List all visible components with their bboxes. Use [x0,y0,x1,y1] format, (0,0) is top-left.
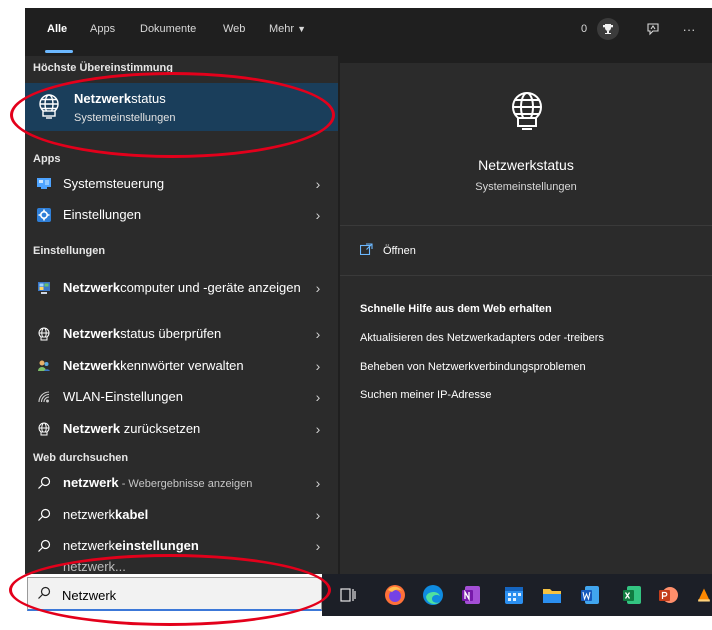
settings-item-label-rest: kennwörter verwalten [120,358,244,373]
app-item-label: Einstellungen [63,207,142,222]
settings-item-label-rest: zurücksetzen [120,421,201,436]
web-item-label-rest: - Webergebnisse anzeigen [118,478,253,490]
search-icon [35,476,53,490]
app-item-systemsteuerung[interactable]: Systemsteuerung › [25,168,338,199]
web-item-label-bold: kabel [115,507,149,522]
settings-gear-icon [35,207,53,222]
open-icon [359,242,373,260]
tab-more[interactable]: Mehr ▼ [269,23,306,35]
control-panel-icon [35,178,53,189]
divider [340,225,712,226]
section-settings: Einstellungen [33,245,106,257]
web-item-label-rest: netzwerk [63,538,116,553]
powerpoint-icon[interactable] [656,583,680,607]
web-item-netzwerk[interactable]: netzwerk - Webergebnisse anzeigen › [25,467,338,498]
tab-apps[interactable]: Apps [90,23,115,35]
help-link[interactable]: Beheben von Netzwerkverbindungsproblemen [360,361,586,373]
section-web-search: Web durchsuchen [33,452,129,464]
settings-item-label-bold: Netzwerk [63,280,121,295]
chevron-down-icon: ▼ [297,24,307,34]
chevron-right-icon[interactable]: › [311,507,325,523]
chevron-right-icon[interactable]: › [311,207,325,223]
settings-item-label: WLAN-Einstellungen [63,389,183,404]
rewards-count: 0 [581,23,588,35]
annotation-ellipse [9,554,331,626]
excel-icon[interactable] [620,583,644,607]
vlc-icon[interactable] [696,583,712,607]
tab-all[interactable]: Alle [47,23,67,35]
chevron-right-icon[interactable]: › [311,475,325,491]
settings-item-label-bold: Netzwerk [63,421,121,436]
quick-help-title: Schnelle Hilfe aus dem Web erhalten [360,303,552,315]
chevron-right-icon[interactable]: › [311,538,325,554]
divider [340,275,712,276]
settings-item-label-bold: Netzwerk [63,358,121,373]
detail-title: Netzwerkstatus [478,157,574,173]
taskbar [322,574,712,616]
chevron-right-icon[interactable]: › [311,280,325,296]
app-item-einstellungen[interactable]: Einstellungen › [25,199,338,230]
detail-pane: Netzwerkstatus Systemeinstellungen Öffne… [340,63,712,574]
more-options-icon[interactable]: ··· [678,18,700,40]
firefox-icon[interactable] [383,583,407,607]
search-icon [35,539,53,553]
onenote-icon[interactable] [459,583,483,607]
word-icon[interactable] [578,583,602,607]
web-item-netzwerkkabel[interactable]: netzwerkkabel › [25,499,338,530]
detail-subtitle: Systemeinstellungen [475,181,577,193]
settings-item-network-status[interactable]: Netzwerkstatus überprüfen › [25,318,338,349]
calendar-icon[interactable] [502,583,526,607]
feedback-icon[interactable] [642,18,664,40]
search-scope-bar: Alle Apps Dokumente Web Mehr ▼ 0 ··· [25,8,712,56]
tab-documents[interactable]: Dokumente [140,23,196,35]
tab-more-label: Mehr [269,23,295,35]
open-label: Öffnen [383,245,416,257]
open-action[interactable]: Öffnen [359,242,416,260]
search-icon [35,508,53,522]
settings-item-label-rest: computer und -geräte anzeigen [120,280,301,295]
help-link[interactable]: Suchen meiner IP-Adresse [360,389,491,401]
web-item-label-bold: einstellungen [115,538,199,553]
section-apps: Apps [33,153,61,165]
active-tab-indicator [45,50,73,53]
app-item-label: Systemsteuerung [63,176,165,191]
edge-icon[interactable] [421,583,445,607]
help-link[interactable]: Aktualisieren des Netzwerkadapters oder … [360,332,604,344]
chevron-right-icon[interactable]: › [311,176,325,192]
chevron-right-icon[interactable]: › [311,326,325,342]
network-computer-icon [35,281,53,295]
tab-web[interactable]: Web [223,23,245,35]
file-explorer-icon[interactable] [540,583,564,607]
trophy-icon[interactable] [597,18,619,40]
chevron-right-icon[interactable]: › [311,389,325,405]
settings-item-network-reset[interactable]: Netzwerk zurücksetzen › [25,413,338,444]
web-item-label-bold: netzwerk [63,475,119,490]
network-globe-icon [505,88,549,132]
settings-item-network-devices[interactable]: Netzwerkcomputer und -geräte anzeigen › [25,263,338,313]
annotation-ellipse [10,72,335,158]
globe-icon [35,327,53,341]
settings-item-label-bold: Netzwerk [63,326,121,341]
users-icon [35,359,53,373]
settings-item-network-passwords[interactable]: Netzwerkkennwörter verwalten › [25,350,338,381]
chevron-right-icon[interactable]: › [311,358,325,374]
chevron-right-icon[interactable]: › [311,421,325,437]
settings-item-label-rest: status überprüfen [120,326,222,341]
wifi-icon [35,390,53,404]
globe-icon [35,422,53,436]
web-item-label-rest: netzwerk [63,507,116,522]
task-view-icon[interactable] [336,583,360,607]
settings-item-wlan[interactable]: WLAN-Einstellungen › [25,381,338,412]
